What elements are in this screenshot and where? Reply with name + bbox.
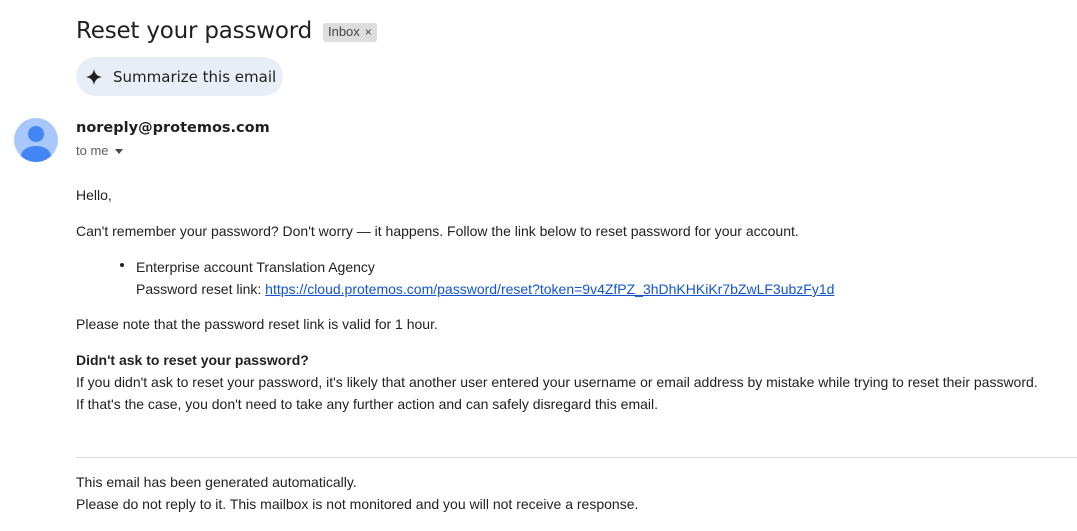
summarize-email-button[interactable]: Summarize this email <box>76 57 283 96</box>
reset-link[interactable]: https://cloud.protemos.com/password/rese… <box>265 281 834 297</box>
didnt-ask-line-1: If you didn't ask to reset your password… <box>76 374 1038 390</box>
intro-paragraph: Can't remember your password? Don't worr… <box>76 223 799 239</box>
subject-row: Reset your password Inbox × <box>76 16 377 46</box>
close-icon[interactable]: × <box>365 24 372 40</box>
label-chip-text: Inbox <box>327 23 360 39</box>
validity-note: Please note that the password reset link… <box>76 316 438 332</box>
sparkle-icon <box>85 68 103 85</box>
caret-down-icon <box>114 149 123 154</box>
footer-line-2: Please do not reply to it. This mailbox … <box>76 496 639 512</box>
didnt-ask-heading: Didn't ask to reset your password? <box>76 352 309 368</box>
summarize-button-label: Summarize this email <box>113 67 277 86</box>
sender-email[interactable]: noreply@protemos.com <box>76 120 270 136</box>
footer-divider <box>76 457 1077 458</box>
email-subject: Reset your password <box>76 18 312 44</box>
list-bullet <box>120 263 124 267</box>
recipient-toggle[interactable]: to me <box>76 143 123 158</box>
recipient-label: to me <box>76 143 109 158</box>
person-icon <box>21 126 51 162</box>
reset-link-line: Password reset link: https://cloud.prote… <box>136 281 834 297</box>
inbox-label-chip[interactable]: Inbox × <box>322 22 377 42</box>
reset-link-label: Password reset link: <box>136 281 266 297</box>
greeting: Hello, <box>76 187 112 203</box>
didnt-ask-line-2: If that's the case, you don't need to ta… <box>76 396 659 412</box>
account-line: Enterprise account Translation Agency <box>136 259 375 275</box>
footer-line-1: This email has been generated automatica… <box>76 474 357 490</box>
sender-avatar[interactable] <box>14 118 58 162</box>
